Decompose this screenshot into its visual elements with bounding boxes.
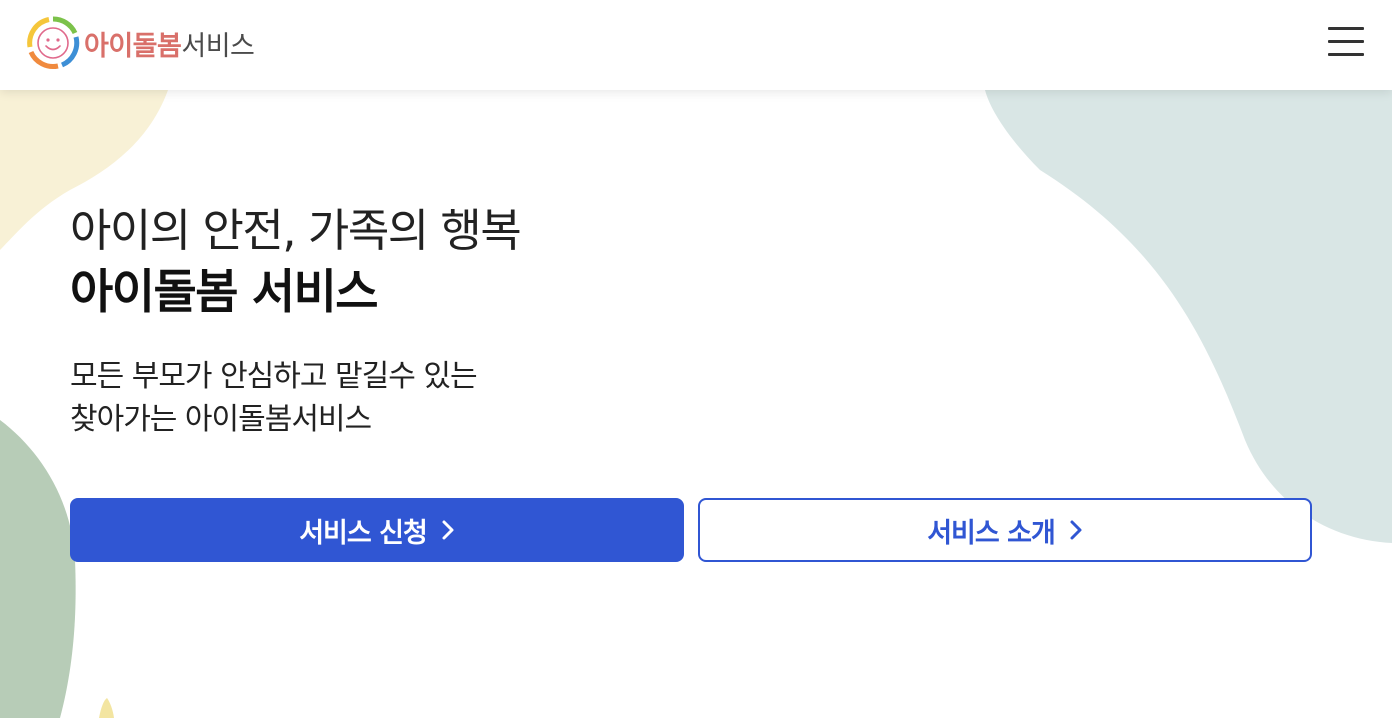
hamburger-menu-icon[interactable] [1326,22,1366,62]
chevron-right-icon [442,520,454,540]
logo[interactable]: 아이돌봄서비스 [26,16,255,70]
menu-bar [1328,27,1364,30]
site-header: 아이돌봄서비스 [0,0,1392,90]
small-yellow-shape [99,698,114,718]
menu-bar [1328,40,1364,43]
hero-heading: 아이의 안전, 가족의 행복 아이돌봄 서비스 [70,200,522,324]
teal-blob [985,90,1392,543]
smiley-ring-logo-icon [27,16,80,69]
chevron-right-icon [1070,520,1082,540]
hero-description-line: 모든 부모가 안심하고 맡길수 있는 [70,359,478,394]
hero-tagline: 아이의 안전, 가족의 행복 [70,204,522,257]
hero-description: 모든 부모가 안심하고 맡길수 있는 찾아가는 아이돌봄서비스 [70,355,478,441]
hero-description-line: 찾아가는 아이돌봄서비스 [70,402,372,437]
logo-service-text: 서비스 [181,30,255,62]
menu-bar [1328,53,1364,56]
service-intro-button[interactable]: 서비스 소개 [698,498,1312,562]
service-apply-button[interactable]: 서비스 신청 [70,498,684,562]
service-apply-label: 서비스 신청 [299,517,428,549]
logo-text: 아이돌봄서비스 [84,24,255,63]
logo-brand-text: 아이돌봄 [84,30,182,62]
green-blob [0,420,76,718]
hero-title: 아이돌봄 서비스 [70,265,379,320]
page: 아이돌봄서비스 아이의 안전, 가족의 행복 아이돌봄 서비스 모든 부모가 안… [0,0,1392,718]
service-intro-label: 서비스 소개 [927,517,1056,549]
